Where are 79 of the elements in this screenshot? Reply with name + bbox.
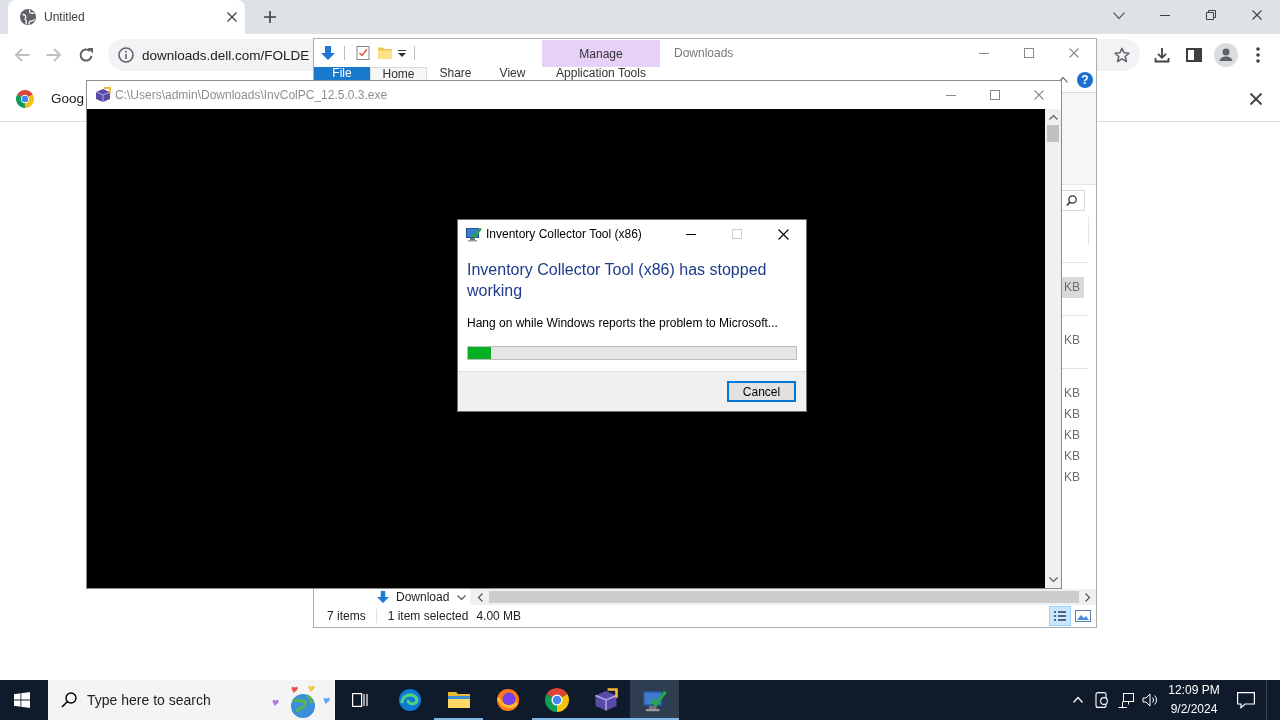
dropdown-caret-icon[interactable]: [398, 49, 406, 57]
scroll-thumb[interactable]: [489, 591, 1079, 603]
taskbar-button[interactable]: [630, 680, 679, 720]
window-title: C:\Users\admin\Downloads\InvColPC_12.5.0.3.exe: [115, 88, 388, 102]
ribbon-tab[interactable]: Share: [427, 67, 484, 80]
status-text: 7 items: [327, 609, 366, 623]
close-icon[interactable]: [1250, 92, 1262, 105]
close-icon[interactable]: [1252, 10, 1262, 20]
ring-logo-icon: [495, 688, 520, 712]
browser-logo-icon: [544, 688, 569, 712]
file-row[interactable]: KB: [1062, 404, 1084, 425]
device-icon[interactable]: [1095, 692, 1109, 708]
download-icon[interactable]: [1154, 47, 1170, 63]
search-box[interactable]: Type here to search: [48, 680, 335, 720]
file-row[interactable]: KB: [1062, 446, 1084, 467]
help-button[interactable]: ?: [1077, 71, 1093, 88]
start-logo-icon[interactable]: [14, 692, 30, 708]
package-icon: [95, 87, 111, 103]
chevron-left-icon[interactable]: [478, 592, 483, 602]
close-icon[interactable]: [777, 228, 789, 240]
contextual-tab-header: Manage: [542, 40, 660, 67]
clock-date[interactable]: 9/2/2024: [1170, 701, 1218, 718]
chevron-down-icon[interactable]: [1113, 11, 1125, 19]
search-icon: [1066, 195, 1077, 206]
globe-icon: [20, 9, 36, 25]
search-field[interactable]: Type here to search: [87, 691, 267, 709]
computer-check-icon: [642, 688, 667, 712]
minimize-icon[interactable]: [1160, 14, 1170, 16]
network-icon[interactable]: [1118, 692, 1134, 708]
reload-icon[interactable]: [78, 47, 94, 63]
download-arrow-icon[interactable]: [320, 45, 336, 61]
error-heading: Inventory Collector Tool (x86) has stopped working: [467, 260, 768, 301]
address-bar[interactable]: [1097, 39, 1140, 71]
chevron-down-icon[interactable]: [1048, 577, 1058, 582]
chevron-right-icon[interactable]: [1085, 592, 1090, 602]
ribbon-tab[interactable]: File: [314, 67, 370, 80]
browser-logo-icon: [16, 89, 34, 108]
clock-time[interactable]: 12:09 PM: [1168, 682, 1220, 699]
checklist-icon[interactable]: [356, 46, 370, 60]
ribbon-tab[interactable]: View: [484, 67, 541, 80]
ribbon-tab[interactable]: Home: [370, 67, 427, 80]
star-icon[interactable]: [1114, 47, 1130, 63]
package-icon: [593, 688, 618, 712]
nav-pane-item[interactable]: Download: [377, 590, 450, 604]
computer-check-icon: [466, 226, 482, 242]
info-icon[interactable]: [118, 47, 134, 63]
download-arrow-icon: [377, 591, 389, 603]
notification-icon[interactable]: [1237, 691, 1255, 709]
window-title: Downloads: [674, 46, 734, 60]
window-title: Inventory Collector Tool (x86): [486, 227, 642, 241]
maximize-icon[interactable]: [1023, 48, 1034, 58]
status-text: 1 item selected: [387, 609, 469, 623]
menu-icon[interactable]: [1256, 47, 1260, 63]
status-text: 4.00 MB: [476, 609, 522, 623]
close-icon[interactable]: [227, 12, 237, 22]
file-row[interactable]: KB: [1062, 277, 1084, 298]
task-view-icon[interactable]: [352, 692, 368, 708]
file-row[interactable]: KB: [1062, 383, 1084, 404]
details-view-icon[interactable]: [1049, 606, 1071, 626]
search-icon: [61, 692, 77, 708]
ribbon-tab[interactable]: Application Tools: [542, 67, 660, 80]
swirl-icon: [397, 688, 422, 712]
file-row[interactable]: KB: [1062, 425, 1084, 446]
plus-icon[interactable]: [264, 11, 276, 23]
file-row[interactable]: KB: [1062, 467, 1084, 488]
chevron-down-icon[interactable]: [457, 594, 466, 600]
minimize-icon[interactable]: [686, 233, 696, 235]
cancel-button[interactable]: Cancel: [727, 381, 796, 402]
file-row[interactable]: KB: [1062, 330, 1084, 351]
infobar-text: Goog: [51, 91, 85, 106]
restore-icon[interactable]: [1206, 10, 1216, 20]
browser-tab[interactable]: Untitled: [8, 0, 245, 34]
speaker-icon[interactable]: [1142, 692, 1158, 708]
side-panel-icon[interactable]: [1186, 47, 1202, 63]
address-bar[interactable]: downloads.dell.com/FOLDE: [108, 39, 313, 71]
error-message: Hang on while Windows reports the problem to Microsoft...: [467, 315, 779, 331]
maximize-icon[interactable]: [990, 90, 1000, 100]
scroll-thumb[interactable]: [1047, 125, 1059, 142]
avatar-icon[interactable]: [1214, 43, 1238, 67]
